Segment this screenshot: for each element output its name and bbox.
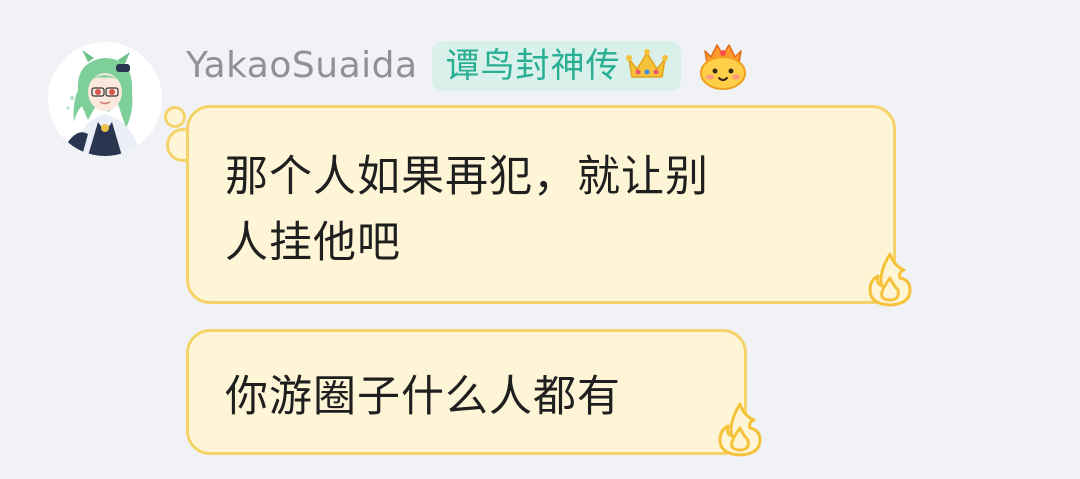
bubble-decoration-dot <box>164 106 186 128</box>
crown-icon <box>625 47 669 85</box>
flame-icon <box>864 250 916 312</box>
fire-face-icon[interactable] <box>695 37 751 95</box>
message-bubble[interactable]: 你游圈子什么人都有 <box>186 329 747 455</box>
title-badge-text: 谭鸟封神传 <box>445 46 621 86</box>
title-badge[interactable]: 谭鸟封神传 <box>431 41 681 91</box>
sender-name[interactable]: YakaoSuaida <box>186 40 418 92</box>
chat-message-group: YakaoSuaida 谭鸟封神传 那个人如果再犯，就让别 人挂他吧 你游圈子什… <box>0 0 1080 479</box>
avatar[interactable] <box>48 42 162 156</box>
message-text-line: 人挂他吧 <box>225 218 401 268</box>
sender-header: YakaoSuaida 谭鸟封神传 <box>186 40 751 92</box>
message-text: 你游圈子什么人都有 <box>225 372 621 422</box>
message-bubble[interactable]: 那个人如果再犯，就让别 人挂他吧 <box>186 105 896 304</box>
message-text-line: 那个人如果再犯，就让别 <box>225 152 709 202</box>
flame-icon <box>714 400 766 462</box>
avatar-image <box>48 42 162 156</box>
